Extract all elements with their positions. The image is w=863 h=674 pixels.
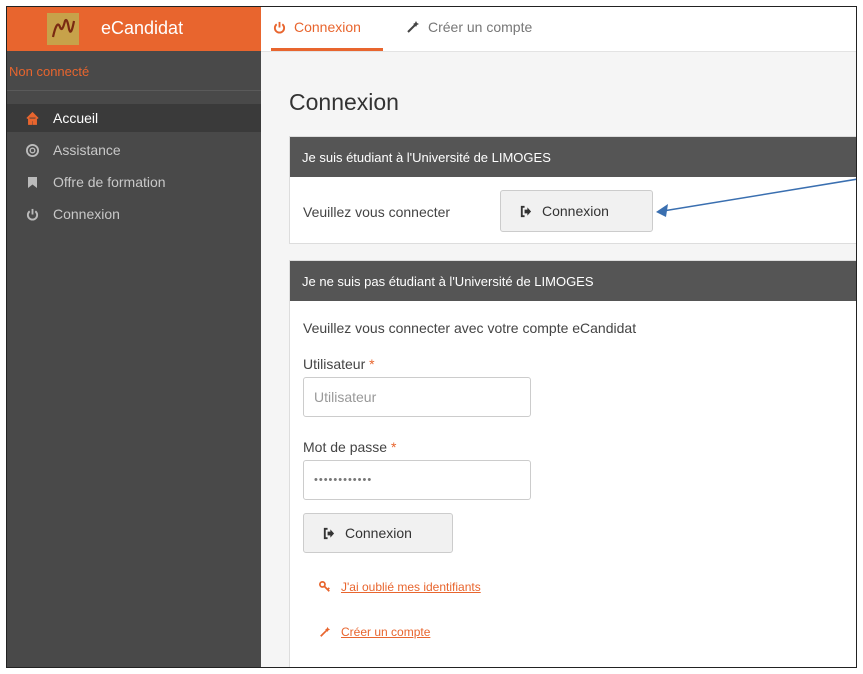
tab-creer-un-compte[interactable]: Créer un compte (406, 19, 532, 35)
sidebar-item-label: Offre de formation (53, 174, 166, 190)
power-icon (25, 207, 39, 221)
sidebar-item-label: Accueil (53, 110, 99, 126)
sign-in-icon (322, 527, 335, 540)
panel-header: Je ne suis pas étudiant à l'Université d… (290, 261, 856, 301)
app-logo-icon (47, 13, 79, 45)
sidebar-item-connexion[interactable]: Connexion (7, 200, 261, 228)
sidebar-item-label: Connexion (53, 206, 120, 222)
app-name: eCandidat (101, 18, 184, 38)
status-divider (7, 90, 261, 91)
password-input[interactable]: •••••••••••• (303, 460, 531, 500)
panel-header: Je suis étudiant à l'Université de LIMOG… (290, 137, 856, 177)
page-title: Connexion (289, 89, 399, 115)
username-input[interactable] (303, 377, 531, 417)
student-login-prompt: Veuillez vous connecter (303, 204, 451, 220)
sidebar-item-label: Assistance (53, 142, 121, 158)
button-label: Connexion (542, 203, 609, 219)
tab-label: Créer un compte (428, 19, 533, 35)
sidebar-item-offre-de-formation[interactable]: Offre de formation (7, 168, 261, 196)
forgot-credentials-link[interactable]: J'ai oublié mes identifiants (319, 580, 481, 594)
brand-bar[interactable]: eCandidat (7, 7, 261, 51)
lifebuoy-icon (25, 143, 39, 157)
external-login-prompt: Veuillez vous connecter avec votre compt… (303, 320, 637, 336)
sidebar-item-accueil[interactable]: Accueil (7, 104, 261, 132)
create-account-link[interactable]: Créer un compte (319, 625, 430, 639)
student-connexion-button[interactable]: Connexion (500, 190, 653, 232)
magic-wand-icon (406, 20, 420, 34)
key-icon (319, 581, 331, 593)
bookmark-icon (25, 175, 39, 189)
sidebar-item-assistance[interactable]: Assistance (7, 136, 261, 164)
password-label: Mot de passe * (303, 439, 397, 455)
sidebar: eCandidat Non connecté Accueil Assistanc… (7, 7, 261, 667)
external-connexion-button[interactable]: Connexion (303, 513, 453, 553)
required-mark: * (369, 356, 375, 372)
power-icon (273, 21, 286, 34)
magic-wand-icon (319, 626, 331, 638)
username-label: Utilisateur * (303, 356, 375, 372)
sign-in-icon (519, 205, 532, 218)
tab-label: Connexion (294, 19, 361, 35)
home-icon (25, 111, 39, 125)
tab-connexion[interactable]: Connexion (273, 19, 361, 35)
required-mark: * (390, 439, 397, 455)
app-window: eCandidat Non connecté Accueil Assistanc… (6, 6, 857, 668)
active-tab-indicator (271, 48, 383, 51)
button-label: Connexion (345, 525, 412, 541)
connection-status: Non connecté (9, 64, 90, 79)
